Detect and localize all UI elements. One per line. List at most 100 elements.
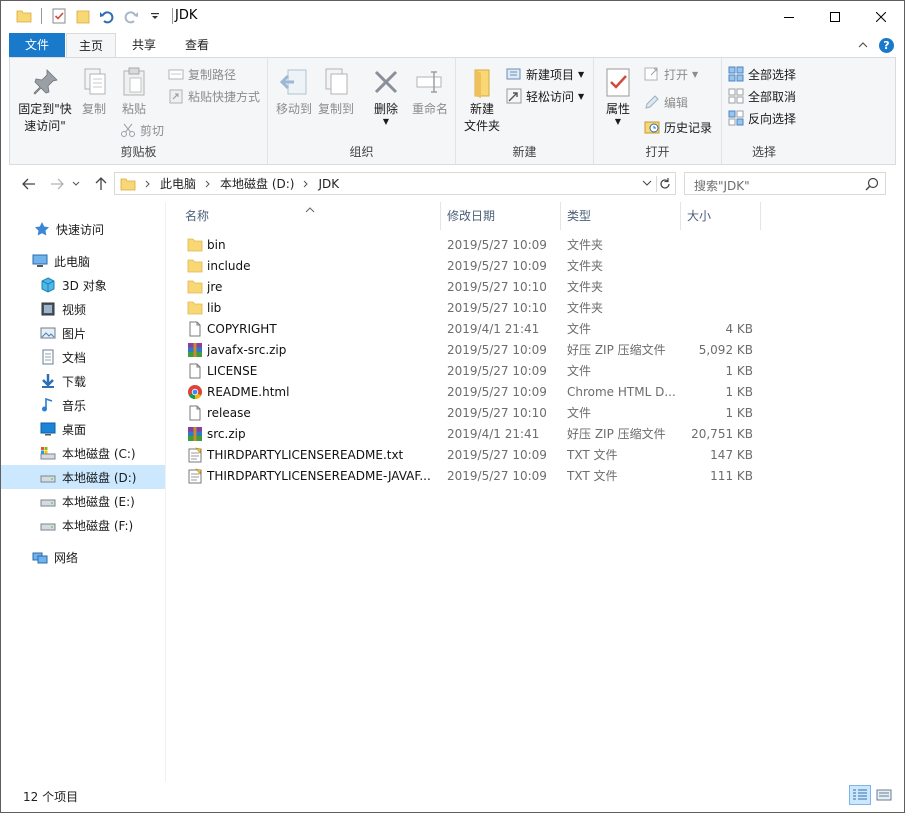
file-row[interactable]: lib 2019/5/27 10:10 文件夹	[185, 298, 760, 319]
recent-locations-button[interactable]	[69, 174, 83, 194]
refresh-icon[interactable]	[656, 176, 672, 192]
pin-label-line2: 速访问"	[24, 119, 66, 133]
chevron-down-icon[interactable]	[641, 177, 653, 189]
chrome-icon	[187, 384, 203, 400]
nav-drive-d[interactable]: 本地磁盘 (D:)	[1, 465, 165, 489]
nav-label: 本地磁盘 (D:)	[62, 470, 137, 485]
details-view-button[interactable]	[849, 785, 871, 805]
chevron-right-icon[interactable]	[200, 178, 216, 190]
drive-icon	[40, 469, 56, 485]
move-to-button[interactable]: 移动到	[274, 66, 314, 118]
new-folder-icon[interactable]	[74, 7, 92, 25]
select-all-button[interactable]: 全部选择	[728, 64, 796, 84]
file-row[interactable]: javafx-src.zip 2019/5/27 10:09 好压 ZIP 压缩文件…	[185, 340, 760, 361]
history-button[interactable]: 历史记录	[644, 117, 712, 137]
file-row[interactable]: release 2019/5/27 10:10 文件 1 KB	[185, 403, 760, 424]
pin-to-quick-access-button[interactable]: 固定到"快 速访问"	[14, 66, 76, 135]
file-date: 2019/4/1 21:41	[447, 427, 540, 441]
close-button[interactable]	[858, 1, 904, 32]
select-none-button[interactable]: 全部取消	[728, 86, 796, 106]
nav-label: 本地磁盘 (C:)	[62, 446, 136, 461]
undo-icon[interactable]	[98, 7, 116, 25]
forward-button[interactable]	[47, 174, 67, 194]
nav-music[interactable]: 音乐	[1, 393, 165, 417]
invert-selection-button[interactable]: 反向选择	[728, 108, 796, 128]
rename-button[interactable]: 重命名	[408, 66, 452, 118]
properties-button[interactable]: 属性 ▼	[598, 66, 638, 126]
pin-label-line1: 固定到"快	[18, 102, 72, 116]
file-row[interactable]: THIRDPARTYLICENSEREADME.txt 2019/5/27 10:…	[185, 445, 760, 466]
file-size: 1 KB	[725, 364, 753, 378]
breadcrumb-this-pc[interactable]: 此电脑	[160, 175, 196, 192]
nav-videos[interactable]: 视频	[1, 297, 165, 321]
tab-view[interactable]: 查看	[171, 33, 223, 57]
customize-qat-icon[interactable]	[146, 7, 164, 25]
properties-icon[interactable]	[50, 7, 68, 25]
nav-documents[interactable]: 文档	[1, 345, 165, 369]
breadcrumb-drive-d[interactable]: 本地磁盘 (D:)	[220, 175, 294, 192]
help-icon[interactable]: ?	[879, 38, 894, 53]
address-bar[interactable]: 此电脑 本地磁盘 (D:) JDK	[114, 172, 676, 195]
paste-shortcut-button[interactable]: 粘贴快捷方式	[168, 86, 260, 106]
new-item-button[interactable]: 新建项目 ▼	[506, 64, 584, 84]
nav-network[interactable]: 网络	[1, 545, 165, 569]
easy-access-button[interactable]: 轻松访问 ▼	[506, 86, 584, 106]
nav-3d-objects[interactable]: 3D 对象	[1, 273, 165, 297]
file-name: javafx-src.zip	[207, 343, 287, 357]
nav-downloads[interactable]: 下载	[1, 369, 165, 393]
copy-button[interactable]: 复制	[76, 66, 112, 118]
delete-button[interactable]: 删除 ▼	[368, 66, 404, 126]
document-icon	[40, 349, 56, 365]
large-icons-view-button[interactable]	[873, 785, 895, 805]
column-header-size[interactable]: 大小	[681, 202, 761, 230]
file-row[interactable]: LICENSE 2019/5/27 10:09 文件 1 KB	[185, 361, 760, 382]
file-name: lib	[207, 301, 222, 315]
nav-drive-c[interactable]: 本地磁盘 (C:)	[1, 441, 165, 465]
nav-this-pc[interactable]: 此电脑	[1, 249, 165, 273]
chevron-right-icon[interactable]	[298, 178, 314, 190]
new-folder-button[interactable]: 新建 文件夹	[460, 66, 504, 135]
file-row[interactable]: src.zip 2019/4/1 21:41 好压 ZIP 压缩文件 20,751 K…	[185, 424, 760, 445]
file-row[interactable]: bin 2019/5/27 10:09 文件夹	[185, 235, 760, 256]
file-row[interactable]: jre 2019/5/27 10:10 文件夹	[185, 277, 760, 298]
file-row[interactable]: THIRDPARTYLICENSEREADME-JAVAF... 2019/5/2…	[185, 466, 760, 487]
file-row[interactable]: include 2019/5/27 10:09 文件夹	[185, 256, 760, 277]
nav-pictures[interactable]: 图片	[1, 321, 165, 345]
maximize-button[interactable]	[812, 1, 858, 32]
chevron-right-icon[interactable]	[140, 178, 156, 190]
file-icon	[187, 405, 203, 421]
tab-share[interactable]: 共享	[119, 33, 169, 57]
back-button[interactable]	[19, 174, 39, 194]
edit-button[interactable]: 编辑	[644, 92, 688, 112]
zip-icon	[187, 342, 203, 358]
nav-desktop[interactable]: 桌面	[1, 417, 165, 441]
nav-drive-f[interactable]: 本地磁盘 (F:)	[1, 513, 165, 537]
chevron-down-icon: ▼	[578, 91, 585, 101]
file-name: THIRDPARTYLICENSEREADME-JAVAF...	[207, 469, 431, 483]
breadcrumb-jdk[interactable]: JDK	[318, 177, 339, 191]
search-input[interactable]: 搜索"JDK"	[684, 172, 886, 195]
nav-drive-e[interactable]: 本地磁盘 (E:)	[1, 489, 165, 513]
open-button[interactable]: 打开 ▼	[644, 64, 698, 84]
tab-file[interactable]: 文件	[9, 33, 65, 57]
cut-button[interactable]: 剪切	[120, 120, 164, 140]
tab-home[interactable]: 主页	[66, 33, 116, 58]
column-header-type[interactable]: 类型	[561, 202, 681, 230]
search-icon[interactable]	[865, 177, 879, 191]
file-row[interactable]: README.html 2019/5/27 10:09 Chrome HTML D.…	[185, 382, 760, 403]
file-row[interactable]: COPYRIGHT 2019/4/1 21:41 文件 4 KB	[185, 319, 760, 340]
column-header-date[interactable]: 修改日期	[441, 202, 561, 230]
nav-quick-access[interactable]: 快速访问	[1, 217, 165, 241]
paste-button[interactable]: 粘贴	[116, 66, 152, 118]
minimize-button[interactable]	[766, 1, 812, 32]
copy-path-button[interactable]: 复制路径	[168, 64, 236, 84]
group-select: 全部选择 全部取消 反向选择 选择	[722, 58, 806, 164]
copy-to-icon	[320, 66, 352, 98]
up-button[interactable]	[91, 174, 111, 194]
chevron-up-icon[interactable]	[856, 38, 870, 52]
redo-icon[interactable]	[122, 7, 140, 25]
file-size: 1 KB	[725, 385, 753, 399]
download-icon	[40, 373, 56, 389]
group-new: 新建 文件夹 新建项目 ▼ 轻松访问 ▼ 新建	[456, 58, 594, 164]
copy-to-button[interactable]: 复制到	[316, 66, 356, 118]
